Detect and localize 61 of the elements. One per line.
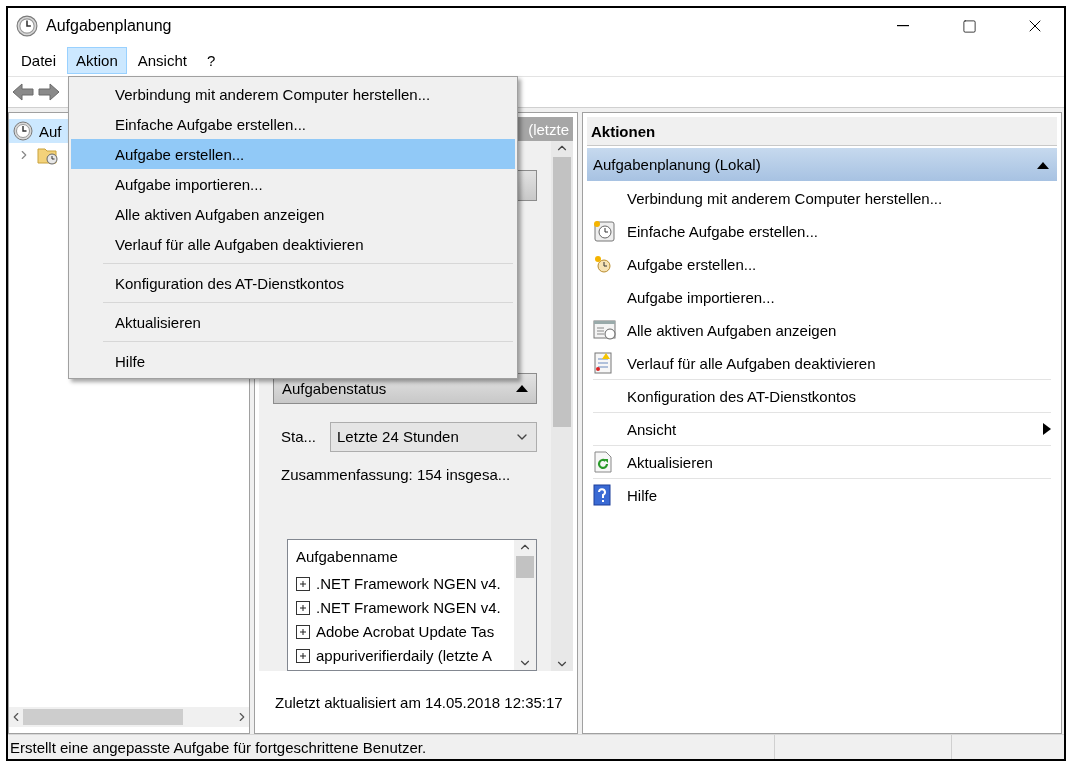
collapse-triangle-icon[interactable]: [1037, 160, 1049, 169]
app-clock-icon: [16, 15, 38, 37]
task-name[interactable]: .NET Framework NGEN v4.: [316, 575, 501, 593]
menu-item[interactable]: Aktion: [67, 46, 127, 74]
folder-clock-icon: [37, 145, 59, 165]
action-link[interactable]: Alle aktiven Aufgaben anzeigen: [627, 321, 1051, 339]
log-warning-icon: [593, 352, 613, 374]
column-header[interactable]: Aufgabenname: [296, 547, 398, 565]
expand-box-icon[interactable]: [296, 648, 310, 663]
task-name[interactable]: appuriverifierdaily (letzte A: [316, 647, 492, 665]
menu-item[interactable]: Datei: [12, 46, 66, 74]
action-link[interactable]: Verbindung mit anderem Computer herstellen...: [627, 189, 1051, 207]
summary-text: Zusammenfassung: 154 insgesa...: [280, 465, 512, 483]
menu-entry[interactable]: Aufgabe importieren...: [71, 169, 515, 199]
action-link[interactable]: Aufgabe erstellen...: [627, 255, 1051, 273]
action-link[interactable]: Hilfe: [627, 486, 1051, 504]
submenu-arrow-icon: [1043, 423, 1051, 435]
window-clock-icon: [593, 319, 617, 341]
menu-entry[interactable]: Alle aktiven Aufgaben anzeigen: [71, 199, 515, 229]
clock-card-icon: [593, 220, 615, 242]
filter-label: Sta...: [281, 428, 317, 446]
clock-icon: [13, 121, 33, 141]
status-text: Erstellt eine angepasste Aufgabe für fortgeschrittene Benutzer.: [9, 737, 428, 758]
expand-box-icon[interactable]: [296, 624, 310, 639]
menu-entry[interactable]: Konfiguration des AT-Dienstkontos: [71, 268, 515, 298]
tree-label: Auf: [39, 122, 62, 140]
last-updated-text: Zuletzt aktualisiert am 14.05.2018 12:35:17: [274, 692, 564, 713]
window-title: Aufgabenplanung: [46, 17, 173, 35]
action-link[interactable]: Verlauf für alle Aufgaben deaktivieren: [627, 354, 1051, 372]
refresh-icon: [593, 451, 613, 473]
period-dropdown[interactable]: Letzte 24 Stunden: [330, 421, 537, 452]
task-name[interactable]: Adobe Acrobat Update Tas: [316, 623, 495, 641]
horizontal-scrollbar[interactable]: [9, 707, 249, 727]
menu-entry[interactable]: Verbindung mit anderem Computer herstellen...: [71, 79, 515, 109]
scroll-thumb[interactable]: [553, 157, 571, 427]
menu-entry[interactable]: Aktualisieren: [71, 307, 515, 337]
forward-arrow-icon[interactable]: [38, 83, 60, 101]
expand-box-icon[interactable]: [296, 600, 310, 615]
minimize-icon: [897, 25, 909, 27]
menu-item[interactable]: Ansicht: [128, 46, 196, 74]
action-link[interactable]: Aufgabe importieren...: [627, 288, 1051, 306]
vertical-scrollbar[interactable]: [551, 141, 573, 671]
scroll-thumb[interactable]: [23, 709, 183, 725]
action-link[interactable]: Konfiguration des AT-Dienstkontos: [627, 387, 1051, 405]
help-icon: [593, 484, 611, 506]
clock-star-icon: [593, 254, 613, 274]
back-arrow-icon[interactable]: [12, 83, 34, 101]
task-name[interactable]: .NET Framework NGEN v4.: [316, 599, 501, 617]
menu-item[interactable]: ?: [197, 46, 225, 74]
menu-entry[interactable]: Aufgabe erstellen...: [71, 139, 515, 169]
actions-title: Aktionen: [587, 117, 1057, 146]
collapse-triangle-icon[interactable]: [516, 384, 528, 393]
maximize-icon: [961, 18, 977, 34]
action-link[interactable]: Ansicht: [627, 420, 1043, 438]
action-link[interactable]: Aktualisieren: [627, 453, 1051, 471]
menu-entry[interactable]: Verlauf für alle Aufgaben deaktivieren: [71, 229, 515, 259]
action-link[interactable]: Einfache Aufgabe erstellen...: [627, 222, 1051, 240]
group-header[interactable]: Aufgabenplanung (Lokal): [587, 148, 1057, 181]
expand-box-icon[interactable]: [296, 576, 310, 591]
scroll-thumb[interactable]: [516, 555, 534, 578]
vertical-scrollbar[interactable]: [514, 539, 536, 670]
